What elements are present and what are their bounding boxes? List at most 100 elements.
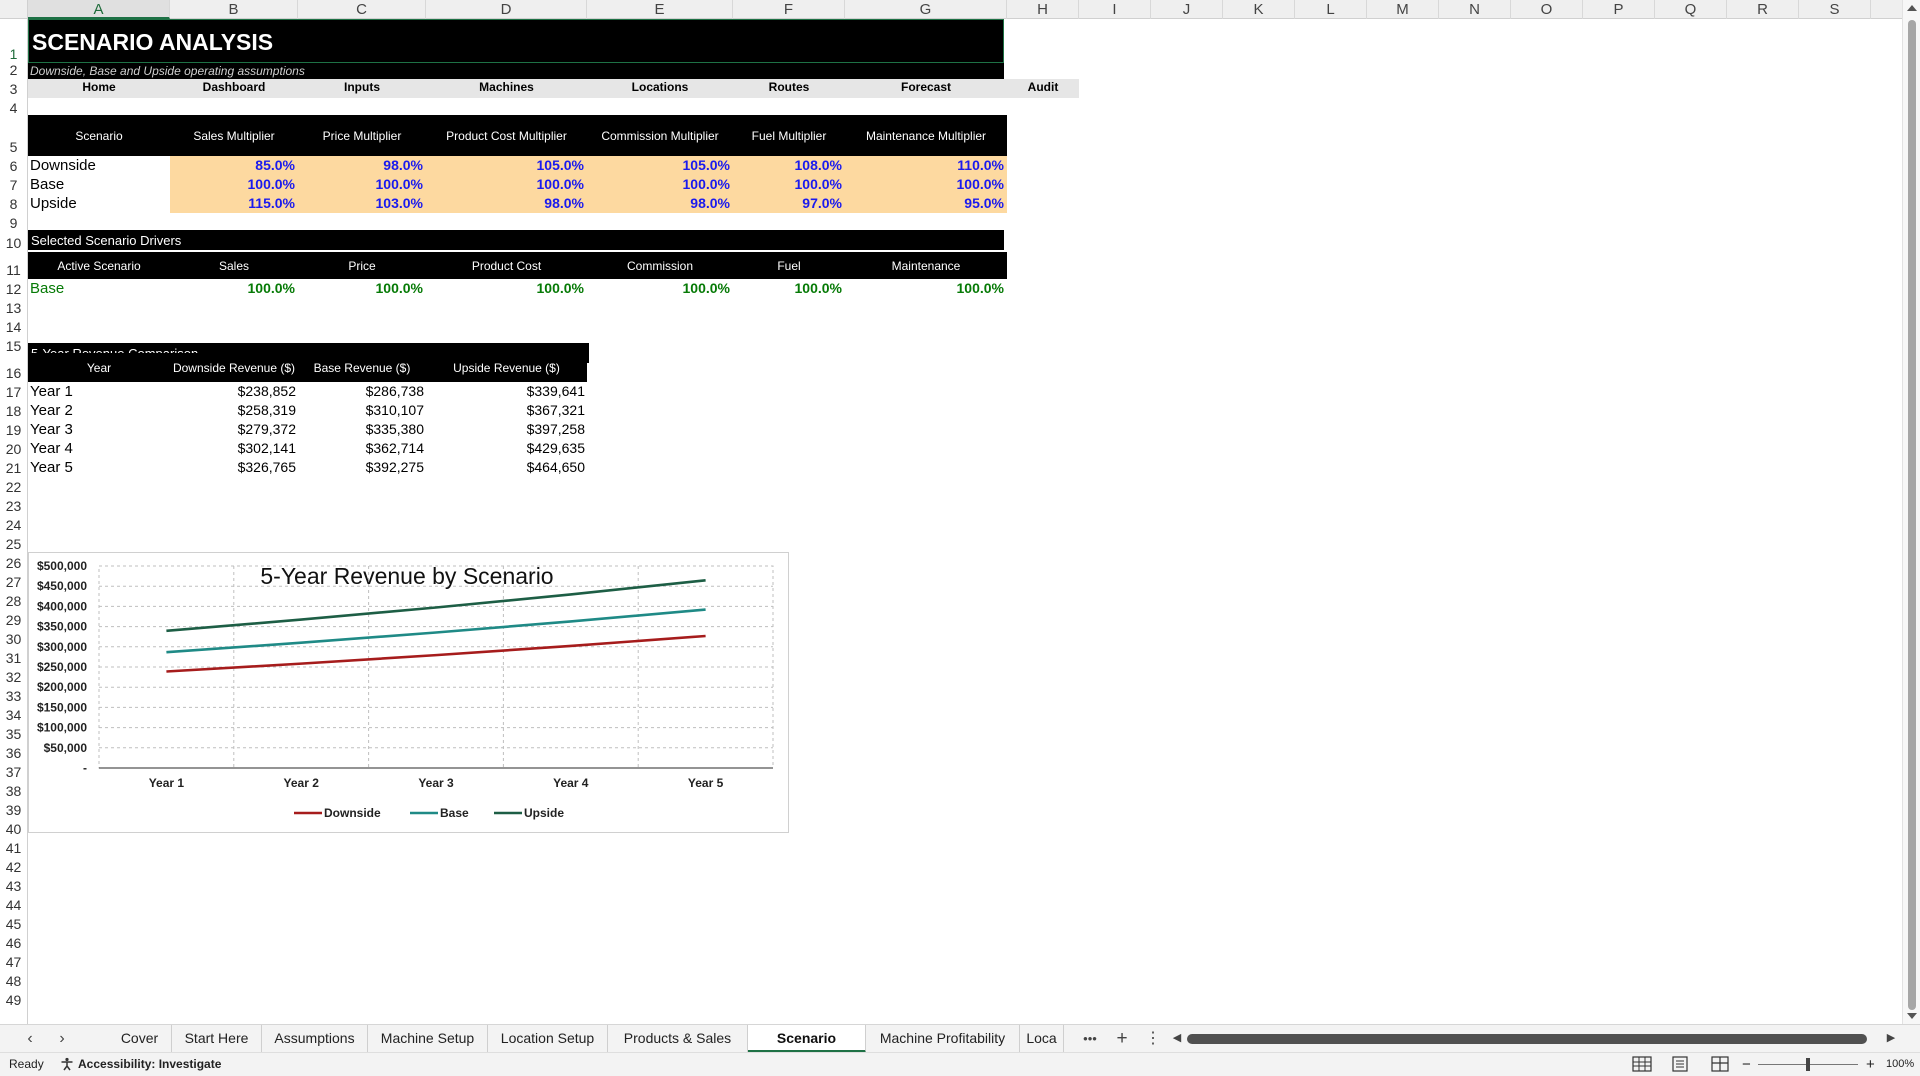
sheet-tab-loca[interactable]: Loca <box>1020 1025 1064 1053</box>
nav-link-home[interactable]: Home <box>28 79 170 98</box>
sheet-tab-cover[interactable]: Cover <box>108 1025 172 1053</box>
row-header-44[interactable]: 44 <box>0 898 27 913</box>
row-header-36[interactable]: 36 <box>0 746 27 761</box>
column-header-k[interactable]: K <box>1223 0 1295 19</box>
revenue-line-chart[interactable]: - $50,000 $100,000 $150,000 $200,000 $250,000… <box>28 552 789 833</box>
active-scenario-value[interactable]: Base <box>28 279 170 298</box>
multiplier-input-cell[interactable]: 105.0% <box>587 156 733 175</box>
revenue-year-label[interactable]: Year 3 <box>28 420 170 439</box>
driver-header-6[interactable]: Maintenance <box>845 252 1007 279</box>
row-header-43[interactable]: 43 <box>0 879 27 894</box>
zoom-in-button[interactable]: + <box>1866 1053 1875 1076</box>
driver-value-cell[interactable]: 100.0% <box>733 279 845 298</box>
row-header-8[interactable]: 8 <box>0 197 27 212</box>
revenue-base-cell[interactable]: $392,275 <box>298 458 426 477</box>
column-header-f[interactable]: F <box>733 0 845 19</box>
driver-header-5[interactable]: Fuel <box>733 252 845 279</box>
scroll-right-icon[interactable]: ▶ <box>1882 1025 1900 1053</box>
row-header-29[interactable]: 29 <box>0 613 27 628</box>
column-header-m[interactable]: M <box>1367 0 1439 19</box>
next-sheet-icon[interactable]: › <box>50 1025 74 1053</box>
row-header-22[interactable]: 22 <box>0 480 27 495</box>
revenue-header-1[interactable]: Downside Revenue ($) <box>170 353 298 382</box>
horizontal-scroll-thumb[interactable] <box>1187 1034 1867 1044</box>
row-header-2[interactable]: 2 <box>0 63 27 78</box>
nav-link-dashboard[interactable]: Dashboard <box>170 79 298 98</box>
cell-grid[interactable]: SCENARIO ANALYSIS Downside, Base and Ups… <box>28 19 1902 1024</box>
row-header-9[interactable]: 9 <box>0 216 27 231</box>
row-header-1[interactable]: 1 <box>0 47 27 62</box>
accessibility-status[interactable]: Accessibility: Investigate <box>78 1053 221 1076</box>
revenue-upside-cell[interactable]: $339,641 <box>426 382 587 401</box>
page-break-preview-icon[interactable] <box>1708 1053 1732 1076</box>
scenario-name-upside[interactable]: Upside <box>28 194 170 213</box>
nav-link-forecast[interactable]: Forecast <box>845 79 1007 98</box>
driver-header-1[interactable]: Sales <box>170 252 298 279</box>
page-layout-icon[interactable] <box>1668 1053 1692 1076</box>
driver-value-cell[interactable]: 100.0% <box>298 279 426 298</box>
column-header-h[interactable]: H <box>1007 0 1079 19</box>
revenue-header-0[interactable]: Year <box>28 353 170 382</box>
row-header-18[interactable]: 18 <box>0 404 27 419</box>
driver-header-4[interactable]: Commission <box>587 252 733 279</box>
row-header-33[interactable]: 33 <box>0 689 27 704</box>
row-header-10[interactable]: 10 <box>0 236 27 251</box>
multiplier-input-cell[interactable]: 85.0% <box>170 156 298 175</box>
row-header-6[interactable]: 6 <box>0 159 27 174</box>
row-header-41[interactable]: 41 <box>0 841 27 856</box>
revenue-upside-cell[interactable]: $429,635 <box>426 439 587 458</box>
sheet-tab-start-here[interactable]: Start Here <box>172 1025 262 1053</box>
multiplier-input-cell[interactable]: 103.0% <box>298 194 426 213</box>
row-header-19[interactable]: 19 <box>0 423 27 438</box>
row-header-46[interactable]: 46 <box>0 936 27 951</box>
multiplier-input-cell[interactable]: 97.0% <box>733 194 845 213</box>
column-header-b[interactable]: B <box>170 0 298 19</box>
more-tabs-icon[interactable]: ••• <box>1077 1025 1103 1053</box>
row-header-40[interactable]: 40 <box>0 822 27 837</box>
row-header-31[interactable]: 31 <box>0 651 27 666</box>
column-header-q[interactable]: Q <box>1655 0 1727 19</box>
column-header-g[interactable]: G <box>845 0 1007 19</box>
revenue-year-label[interactable]: Year 4 <box>28 439 170 458</box>
row-header-25[interactable]: 25 <box>0 537 27 552</box>
multiplier-input-cell[interactable]: 115.0% <box>170 194 298 213</box>
nav-link-locations[interactable]: Locations <box>587 79 733 98</box>
row-header-5[interactable]: 5 <box>0 140 27 155</box>
multiplier-input-cell[interactable]: 98.0% <box>587 194 733 213</box>
column-header-l[interactable]: L <box>1295 0 1367 19</box>
drivers-section-title[interactable]: Selected Scenario Drivers <box>28 230 1004 250</box>
sheet-tab-location-setup[interactable]: Location Setup <box>488 1025 608 1053</box>
page-subtitle[interactable]: Downside, Base and Upside operating assu… <box>28 63 1004 79</box>
row-header-17[interactable]: 17 <box>0 385 27 400</box>
revenue-header-2[interactable]: Base Revenue ($) <box>298 353 426 382</box>
nav-link-routes[interactable]: Routes <box>733 79 845 98</box>
row-header-47[interactable]: 47 <box>0 955 27 970</box>
multiplier-input-cell[interactable]: 100.0% <box>426 175 587 194</box>
driver-value-cell[interactable]: 100.0% <box>845 279 1007 298</box>
row-header-20[interactable]: 20 <box>0 442 27 457</box>
revenue-year-label[interactable]: Year 1 <box>28 382 170 401</box>
driver-value-cell[interactable]: 100.0% <box>170 279 298 298</box>
row-header-42[interactable]: 42 <box>0 860 27 875</box>
row-header-27[interactable]: 27 <box>0 575 27 590</box>
multiplier-input-cell[interactable]: 110.0% <box>845 156 1007 175</box>
driver-header-3[interactable]: Product Cost <box>426 252 587 279</box>
zoom-level[interactable]: 100% <box>1886 1053 1914 1076</box>
row-header-23[interactable]: 23 <box>0 499 27 514</box>
row-header-48[interactable]: 48 <box>0 974 27 989</box>
multiplier-input-cell[interactable]: 98.0% <box>426 194 587 213</box>
revenue-year-label[interactable]: Year 2 <box>28 401 170 420</box>
scenario-name-base[interactable]: Base <box>28 175 170 194</box>
multiplier-header-1[interactable]: Sales Multiplier <box>170 115 298 156</box>
column-header-o[interactable]: O <box>1511 0 1583 19</box>
row-header-39[interactable]: 39 <box>0 803 27 818</box>
revenue-upside-cell[interactable]: $367,321 <box>426 401 587 420</box>
multiplier-header-5[interactable]: Fuel Multiplier <box>733 115 845 156</box>
add-sheet-button[interactable]: + <box>1109 1025 1135 1053</box>
revenue-upside-cell[interactable]: $464,650 <box>426 458 587 477</box>
revenue-header-3[interactable]: Upside Revenue ($) <box>426 353 587 382</box>
page-title[interactable]: SCENARIO ANALYSIS <box>28 19 1004 63</box>
row-header-49[interactable]: 49 <box>0 993 27 1008</box>
revenue-base-cell[interactable]: $286,738 <box>298 382 426 401</box>
revenue-base-cell[interactable]: $362,714 <box>298 439 426 458</box>
